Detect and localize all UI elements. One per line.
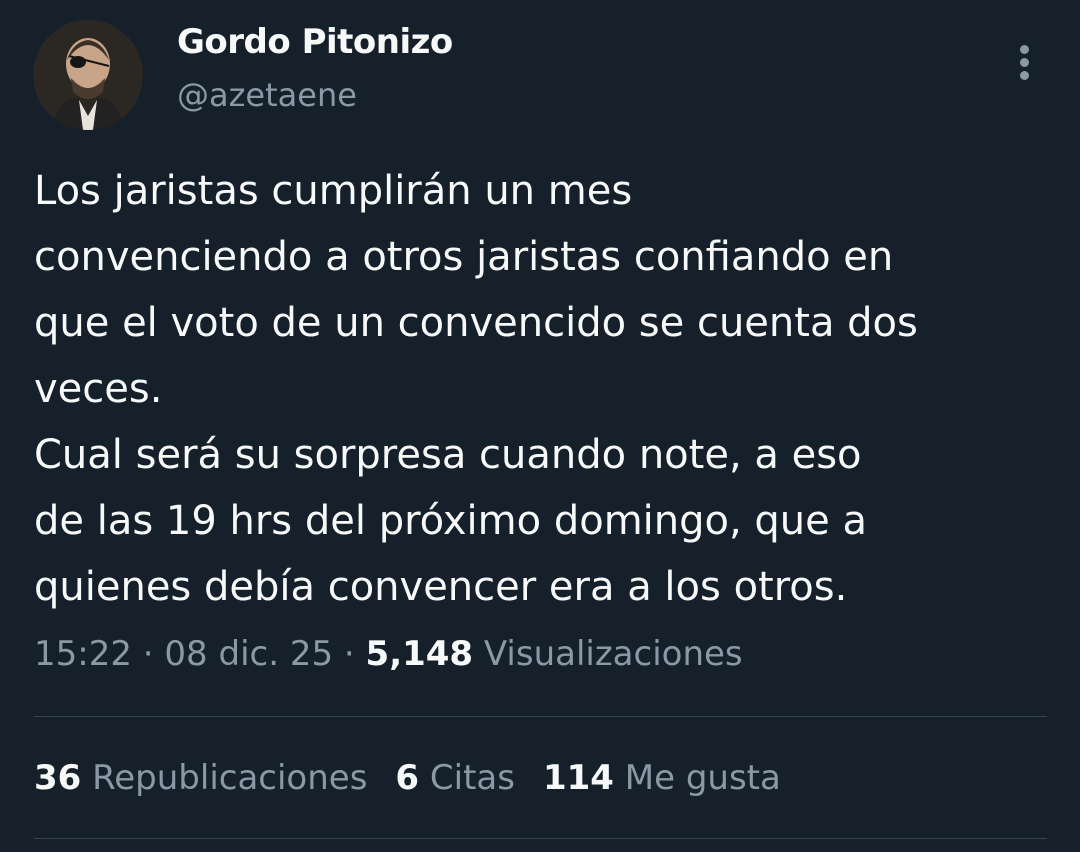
more-dot	[1020, 58, 1029, 67]
more-vertical-icon[interactable]	[1008, 40, 1042, 86]
author-name[interactable]: Gordo Pitonizo	[177, 22, 453, 62]
more-dot	[1020, 71, 1029, 80]
more-dot	[1020, 45, 1029, 54]
views-spacer	[473, 634, 484, 674]
reposts-label: Republicaciones	[92, 758, 368, 798]
likes-stat[interactable]: 114 Me gusta	[543, 758, 781, 798]
tweet-text-line: que el voto de un convencido se cuenta d…	[34, 300, 918, 346]
tweet-text-line: Los jaristas cumplirán un mes	[34, 168, 633, 214]
views-label: Visualizaciones	[483, 634, 743, 674]
quotes-label: Citas	[429, 758, 515, 798]
engagement-stats: 36 Republicaciones 6 Citas 114 Me gusta	[34, 758, 809, 798]
tweet-text-line: de las 19 hrs del próximo domingo, que a	[34, 498, 867, 544]
tweet-text: Los jaristas cumplirán un mes convencien…	[34, 158, 1054, 620]
tweet-text-line: quienes debía convencer era a los otros.	[34, 564, 848, 610]
meta-separator: ·	[131, 634, 165, 674]
divider	[34, 838, 1047, 839]
reposts-stat[interactable]: 36 Republicaciones	[34, 758, 367, 798]
reposts-count: 36	[34, 758, 82, 798]
tweet-text-line: Cual será su sorpresa cuando note, a eso	[34, 432, 862, 478]
tweet-header: Gordo Pitonizo @azetaene	[0, 0, 1080, 140]
divider	[34, 716, 1047, 717]
tweet-date[interactable]: 08 dic. 25	[164, 634, 333, 674]
quotes-count: 6	[395, 758, 420, 798]
likes-label: Me gusta	[624, 758, 781, 798]
likes-count: 114	[542, 758, 614, 798]
avatar-image	[33, 20, 143, 130]
tweet-meta: 15:22 · 08 dic. 25 · 5,148 Visualizacion…	[34, 634, 743, 674]
quotes-stat[interactable]: 6 Citas	[395, 758, 515, 798]
author-handle[interactable]: @azetaene	[177, 76, 357, 114]
tweet-text-line: convenciendo a otros jaristas confiando …	[34, 234, 894, 280]
views-count: 5,148	[365, 634, 474, 674]
meta-separator: ·	[333, 634, 366, 674]
tweet-text-line: veces.	[34, 366, 163, 412]
tweet-time[interactable]: 15:22	[34, 634, 132, 674]
avatar[interactable]	[33, 20, 143, 130]
